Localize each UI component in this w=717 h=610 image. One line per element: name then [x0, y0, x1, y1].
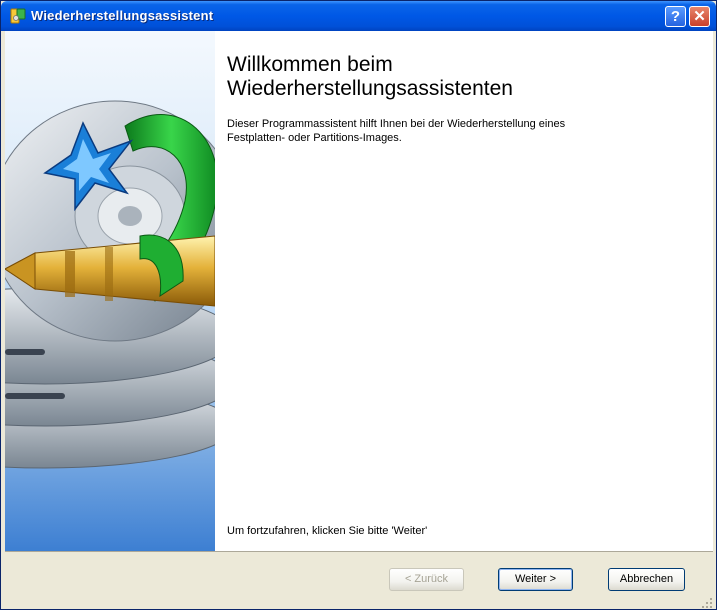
restore-wizard-app-icon [10, 8, 26, 24]
wizard-description: Dieser Programmassistent hilft Ihnen bei… [227, 117, 705, 145]
next-button[interactable]: Weiter > [498, 568, 573, 591]
button-area-divider [5, 551, 713, 552]
help-button[interactable]: ? [665, 6, 686, 27]
disk-image-banner-illustration [5, 31, 215, 551]
banner-panel [5, 31, 215, 551]
back-button[interactable]: < Zurück [389, 568, 464, 591]
wizard-content: Willkommen beim Wiederherstellungsassist… [5, 31, 713, 551]
title-bar[interactable]: Wiederherstellungsassistent ? ✕ [1, 1, 716, 31]
close-icon: ✕ [693, 8, 706, 25]
cancel-button[interactable]: Abbrechen [608, 568, 685, 591]
help-icon: ? [670, 8, 681, 25]
wizard-description-line-1: Dieser Programmassistent hilft Ihnen bei… [227, 118, 566, 130]
resize-grip-icon[interactable] [701, 597, 713, 609]
wizard-window: Wiederherstellungsassistent ? ✕ Willkomm… [0, 0, 717, 610]
page-title-line-1: Willkommen beim [227, 53, 393, 76]
welcome-section: Willkommen beim Wiederherstellungsassist… [227, 53, 705, 145]
close-button[interactable]: ✕ [689, 6, 710, 27]
page-title: Willkommen beim Wiederherstellungsassist… [227, 53, 705, 101]
wizard-description-line-2: Festplatten- oder Partitions-Images. [227, 132, 402, 144]
window-title: Wiederherstellungsassistent [31, 8, 214, 23]
page-title-line-2: Wiederherstellungsassistenten [227, 77, 513, 100]
continue-hint: Um fortzufahren, klicken Sie bitte 'Weit… [227, 525, 428, 537]
